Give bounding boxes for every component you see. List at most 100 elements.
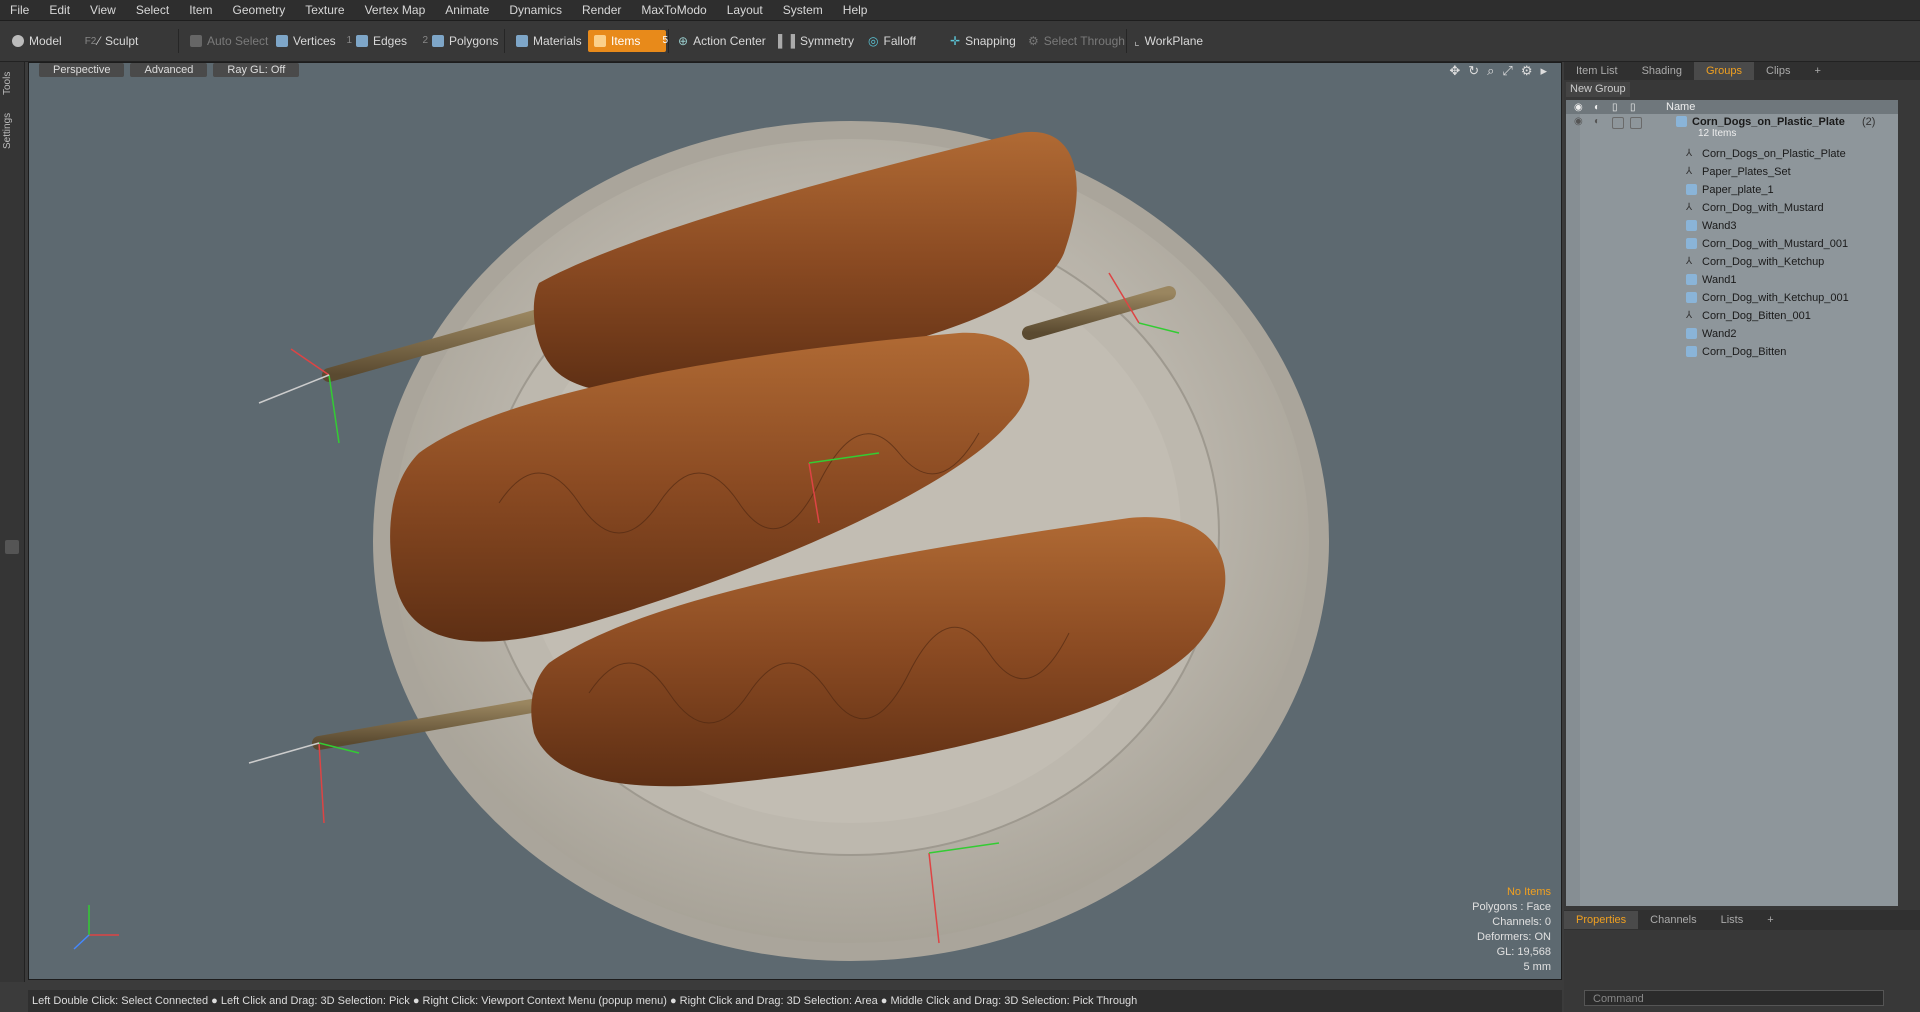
menu-dynamics[interactable]: Dynamics [499,0,572,20]
mesh-icon [1686,238,1697,249]
group-item-label: Corn_Dog_with_Mustard_001 [1702,238,1849,250]
new-group-button[interactable]: New Group [1566,82,1630,97]
menu-render[interactable]: Render [572,0,631,20]
3d-viewport[interactable]: Perspective Advanced Ray GL: Off ✥ ↻ ⌕ ⤢… [28,62,1562,980]
menu-view[interactable]: View [80,0,126,20]
gear-icon[interactable]: ⚙ [1521,63,1533,79]
tab-channels[interactable]: Channels [1638,911,1708,929]
add-tab-button[interactable]: + [1755,911,1785,929]
tab-groups[interactable]: Groups [1693,62,1755,80]
maximize-icon[interactable]: ⤢ [1502,63,1512,79]
render-icon[interactable]: ◐ [1594,102,1600,113]
locator-icon: ⅄ [1686,166,1693,177]
select-through-button[interactable]: ⚙ Select Through [1022,30,1131,52]
group-item-row[interactable]: Corn_Dog_with_Mustard_001 [1566,236,1898,254]
group-item-label: Wand3 [1702,220,1737,232]
menu-edit[interactable]: Edit [39,0,80,20]
zoom-icon[interactable]: ⌕ [1487,63,1494,79]
tab-clips[interactable]: Clips [1754,62,1802,80]
group-item-label: Wand1 [1702,274,1737,286]
group-item-row[interactable]: Wand2 [1566,326,1898,344]
workplane-button[interactable]: ⌞ WorkPlane [1128,30,1209,52]
falloff-button[interactable]: ◎ Falloff [862,30,922,52]
group-item-row[interactable]: ⅄ Paper_Plates_Set [1566,164,1898,182]
chevron-right-icon[interactable]: ▸ [1540,63,1547,79]
group-item-row[interactable]: ⅄ Corn_Dogs_on_Plastic_Plate [1566,146,1898,164]
group-item-row[interactable]: ⅄ Corn_Dog_with_Ketchup [1566,254,1898,272]
menu-file[interactable]: File [0,0,39,20]
command-input[interactable]: Command [1584,990,1884,1006]
vertices-button[interactable]: Vertices 1 [270,30,352,52]
left-tool-tabs: Tools Settings [0,62,25,982]
tab-properties[interactable]: Properties [1564,911,1639,929]
viewport-nav-tools: ✥ ↻ ⌕ ⤢ ⚙ ▸ [1449,63,1547,79]
menu-animate[interactable]: Animate [435,0,499,20]
group-item-row[interactable]: ⅄ Corn_Dog_with_Mustard [1566,200,1898,218]
channels-readout: Channels: 0 [1492,916,1551,928]
mesh-icon [1686,328,1697,339]
group-item-row[interactable]: ⅄ Corn_Dog_Bitten_001 [1566,308,1898,326]
tab-tools[interactable]: Tools [2,66,20,100]
menu-system[interactable]: System [773,0,833,20]
group-item-row[interactable]: Wand1 [1566,272,1898,290]
mesh-icon [1686,184,1697,195]
visibility-eye-icon[interactable]: ◉ [1574,102,1583,113]
view-mode-dropdown[interactable]: Perspective [39,63,125,77]
tab-shading[interactable]: Shading [1630,62,1694,80]
menu-geometry[interactable]: Geometry [223,0,296,20]
lock-icon[interactable]: ▯ [1612,102,1618,113]
snapping-button[interactable]: ✛ Snapping [944,30,1022,52]
edges-icon [356,35,368,47]
group-item-row[interactable]: Wand3 [1566,218,1898,236]
model-mode-icon [12,35,24,47]
visibility-eye-icon[interactable]: ◉ [1574,116,1585,127]
menu-item[interactable]: Item [179,0,222,20]
menu-select[interactable]: Select [126,0,179,20]
menu-bar: File Edit View Select Item Geometry Text… [0,0,1920,21]
vertices-icon [276,35,288,47]
scene-render [73,121,1329,961]
raygl-toggle[interactable]: Ray GL: Off [213,63,300,77]
group-item-label: Paper_plate_1 [1702,184,1774,196]
snapping-icon: ✛ [950,34,961,48]
toolbar-divider [1126,29,1127,53]
symmetry-button[interactable]: ▌▐ Symmetry [772,30,860,52]
menu-texture[interactable]: Texture [295,0,354,20]
model-mode-button[interactable]: Model F2 [6,30,102,52]
auto-select-button[interactable]: Auto Select [184,30,274,52]
mesh-icon [1686,346,1697,357]
locator-icon: ⅄ [1686,148,1693,159]
group-item-label: Corn_Dog_with_Ketchup_001 [1702,292,1849,304]
menu-vertex-map[interactable]: Vertex Map [355,0,436,20]
group-item-row[interactable]: Corn_Dog_Bitten [1566,344,1898,362]
panel-toggle-icon[interactable] [5,540,19,554]
pan-icon[interactable]: ✥ [1449,63,1460,79]
tab-settings[interactable]: Settings [2,106,20,156]
items-button[interactable]: Items 5 [588,30,668,52]
menu-maxtomodo[interactable]: MaxToModo [631,0,716,20]
edges-button[interactable]: Edges 2 [350,30,428,52]
mesh-icon [1686,274,1697,285]
rotate-icon[interactable]: ↻ [1468,63,1479,79]
polygons-button[interactable]: Polygons [426,30,504,52]
render-icon[interactable]: ◐ [1594,116,1605,127]
sculpt-mode-button[interactable]: ⁄ Sculpt [92,30,144,52]
group-item-label: Corn_Dog_Bitten [1702,346,1787,358]
crosshair-icon: ⊕ [678,34,689,48]
menu-layout[interactable]: Layout [717,0,773,20]
materials-icon [516,35,528,47]
add-tab-button[interactable]: + [1802,62,1832,80]
tab-lists[interactable]: Lists [1709,911,1756,929]
panel-tabs: Item List Shading Groups Clips + [1564,62,1920,80]
tab-item-list[interactable]: Item List [1564,62,1630,80]
menu-help[interactable]: Help [833,0,878,20]
group-item-row[interactable]: Paper_plate_1 [1566,182,1898,200]
select-through-icon: ⚙ [1028,34,1039,48]
action-center-button[interactable]: ⊕ Action Center [672,30,772,52]
selection-count: No Items [1506,886,1551,898]
shading-mode-dropdown[interactable]: Advanced [130,63,208,77]
materials-button[interactable]: Materials [510,30,588,52]
group-item-row[interactable]: Corn_Dog_with_Ketchup_001 [1566,290,1898,308]
items-icon [594,35,606,47]
select-icon[interactable]: ▯ [1630,102,1636,113]
